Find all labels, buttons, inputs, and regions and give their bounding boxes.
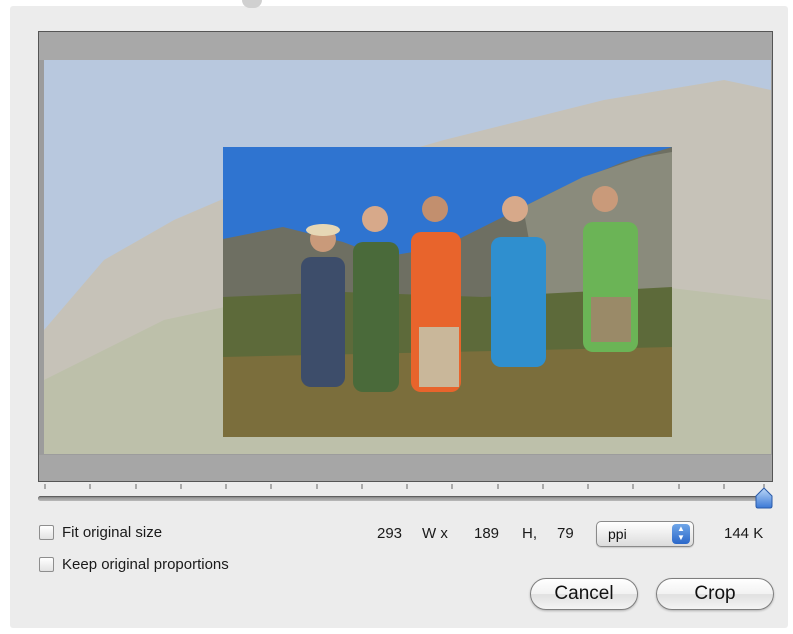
zoom-slider[interactable] bbox=[38, 482, 774, 509]
resolution-value[interactable]: 79 bbox=[557, 525, 574, 542]
slider-thumb[interactable] bbox=[754, 487, 774, 509]
image-preview-area bbox=[38, 31, 773, 482]
crop-button[interactable]: Crop bbox=[656, 578, 774, 610]
width-unit-label: W x bbox=[422, 525, 448, 542]
width-value[interactable]: 293 bbox=[377, 525, 402, 542]
keep-proportions-label: Keep original proportions bbox=[62, 556, 229, 573]
slider-ticks bbox=[44, 484, 765, 489]
fit-original-size-checkbox[interactable] bbox=[39, 525, 54, 540]
preview-bottom-band bbox=[39, 455, 772, 481]
resolution-unit-value: ppi bbox=[608, 526, 627, 542]
fit-original-size-label: Fit original size bbox=[62, 524, 163, 541]
crop-selection[interactable] bbox=[223, 147, 672, 437]
fit-original-size-option[interactable]: Fit original size bbox=[39, 524, 162, 541]
keep-proportions-option[interactable]: Keep original proportions bbox=[39, 556, 229, 573]
height-unit-label: H, bbox=[522, 525, 537, 542]
keep-proportions-checkbox[interactable] bbox=[39, 557, 54, 572]
height-value[interactable]: 189 bbox=[474, 525, 499, 542]
slider-track[interactable] bbox=[38, 496, 763, 501]
file-size-label: 144 K bbox=[724, 525, 764, 542]
cancel-button[interactable]: Cancel bbox=[530, 578, 638, 610]
resolution-unit-select[interactable]: ppi ▲ ▼ bbox=[596, 521, 694, 547]
preview-top-band bbox=[39, 32, 772, 60]
select-stepper-arrows-icon: ▲ ▼ bbox=[672, 524, 690, 544]
dialog-top-notch bbox=[242, 0, 262, 8]
